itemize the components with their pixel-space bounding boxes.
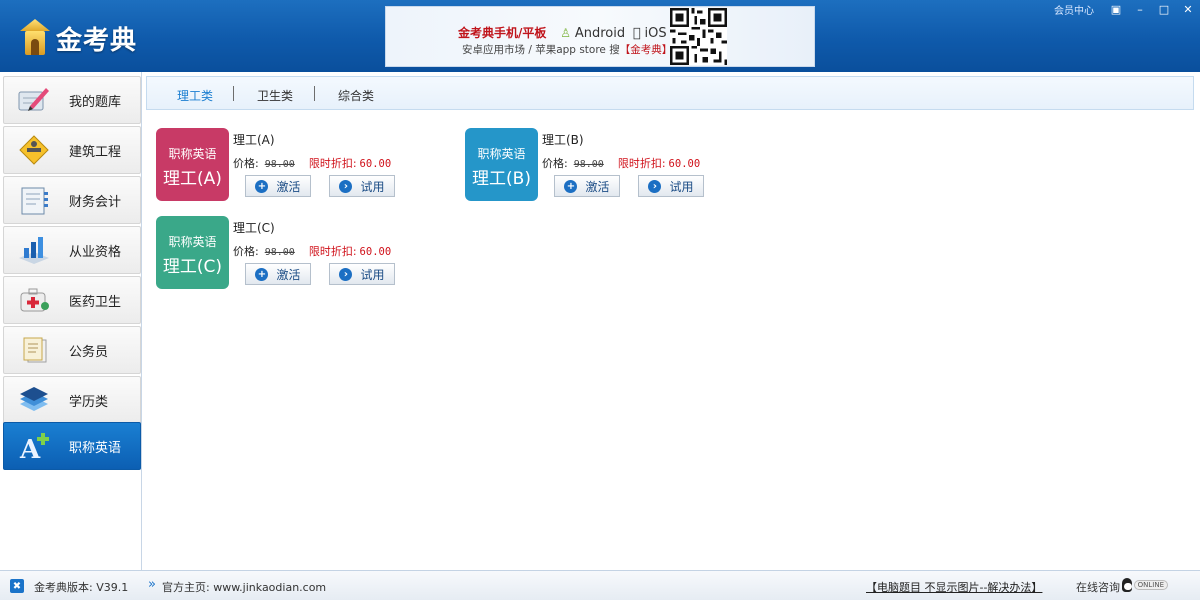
tab-science-engineering[interactable]: 理工类 <box>177 87 213 104</box>
apple-icon:  <box>633 26 641 41</box>
category-tabs: 理工类 卫生类 综合类 <box>146 76 1194 110</box>
ledger-icon <box>14 182 54 218</box>
online-consult-link[interactable]: 在线咨询 <box>1076 579 1120 595</box>
settings-icon[interactable]: ▣ <box>1104 0 1128 18</box>
sidebar-item-qualification[interactable]: 从业资格 <box>3 226 141 274</box>
app-name: 金考典 <box>56 25 138 56</box>
product-price: 价格: 98.00 限时折扣: 60.00 <box>542 157 701 170</box>
construction-sign-icon <box>14 132 54 168</box>
trial-button[interactable]: › 试用 <box>329 263 395 285</box>
homepage-link[interactable]: 官方主页: www.jinkaodian.com <box>162 579 326 595</box>
activate-button[interactable]: + 激活 <box>245 263 311 285</box>
window-controls: 会员中心 ▣ – □ ✕ <box>1054 0 1200 18</box>
play-icon: › <box>648 179 662 193</box>
category-sidebar: 我的题库 建筑工程 财务会计 从业资格 医药卫生 公务员 学历类 A 职称英语 <box>0 72 142 570</box>
tab-divider <box>233 86 234 101</box>
app-logo: 金考典 <box>20 18 137 58</box>
sidebar-item-medical[interactable]: 医药卫生 <box>3 276 141 324</box>
tab-comprehensive[interactable]: 综合类 <box>338 87 374 104</box>
document-stack-icon <box>14 332 54 368</box>
layers-icon <box>14 382 54 418</box>
app-version-icon: ✖ <box>10 579 24 593</box>
android-icon: ♙ <box>560 26 571 40</box>
logo-building-icon <box>20 19 50 57</box>
bar-chart-icon <box>14 232 54 268</box>
discount-price: 60.00 <box>359 158 392 170</box>
mobile-app-banner[interactable]: 金考典手机/平板 ♙ Android  iOS 安卓应用市场 / 苹果app … <box>385 6 815 67</box>
qr-code-icon <box>670 8 727 65</box>
sidebar-item-question-bank[interactable]: 我的题库 <box>3 76 141 124</box>
product-card: 职称英语 理工(C) 理工(C) 价格: 98.00 限时折扣: 60.00 + 激活 … <box>156 216 446 291</box>
letter-a-plus-icon: A <box>14 428 54 464</box>
play-icon: › <box>339 267 353 281</box>
banner-title: 金考典手机/平板 <box>458 26 547 40</box>
original-price: 98.00 <box>573 159 604 170</box>
pencil-notebook-icon <box>14 82 54 118</box>
activate-button[interactable]: + 激活 <box>245 175 311 197</box>
image-fix-link[interactable]: 【电脑题目 不显示图片--解决办法】 <box>866 579 1042 595</box>
banner-subtitle-brand: 【金考典】 <box>619 44 673 56</box>
original-price: 98.00 <box>264 159 295 170</box>
discount-price: 60.00 <box>668 158 701 170</box>
sidebar-item-education[interactable]: 学历类 <box>3 376 141 424</box>
discount-price: 60.00 <box>359 246 392 258</box>
product-card: 职称英语 理工(A) 理工(A) 价格: 98.00 限时折扣: 60.00 + 激活 … <box>156 128 446 203</box>
banner-ios-label: iOS <box>632 26 667 41</box>
tab-divider <box>314 86 315 101</box>
sidebar-item-construction[interactable]: 建筑工程 <box>3 126 141 174</box>
play-icon: › <box>339 179 353 193</box>
activate-button[interactable]: + 激活 <box>554 175 620 197</box>
app-version: 金考典版本: V39.1 <box>34 581 129 594</box>
sidebar-item-professional-english[interactable]: A 职称英语 <box>3 422 141 470</box>
product-name: 理工(C) <box>233 221 275 235</box>
qq-online-icon[interactable]: ONLINE <box>1122 577 1168 593</box>
product-tile[interactable]: 职称英语 理工(C) <box>156 216 229 289</box>
product-price: 价格: 98.00 限时折扣: 60.00 <box>233 245 392 258</box>
penguin-icon <box>1122 578 1132 592</box>
tab-health[interactable]: 卫生类 <box>257 87 293 104</box>
double-chevron-icon: » <box>148 577 156 592</box>
product-name: 理工(B) <box>542 133 584 147</box>
product-tile[interactable]: 职称英语 理工(B) <box>465 128 538 201</box>
title-bar: 金考典 金考典手机/平板 ♙ Android  iOS 安卓应用市场 / 苹果… <box>0 0 1200 72</box>
trial-button[interactable]: › 试用 <box>329 175 395 197</box>
plus-icon: + <box>255 267 269 281</box>
banner-android-label: Android <box>574 26 626 41</box>
plus-icon: + <box>564 179 578 193</box>
trial-button[interactable]: › 试用 <box>638 175 704 197</box>
product-card: 职称英语 理工(B) 理工(B) 价格: 98.00 限时折扣: 60.00 + 激活 … <box>465 128 755 203</box>
banner-subtitle: 安卓应用市场 / 苹果app store 搜 <box>462 44 620 56</box>
maximize-icon[interactable]: □ <box>1152 0 1176 18</box>
product-price: 价格: 98.00 限时折扣: 60.00 <box>233 157 392 170</box>
medical-kit-icon <box>14 282 54 318</box>
sidebar-item-accounting[interactable]: 财务会计 <box>3 176 141 224</box>
close-icon[interactable]: ✕ <box>1176 0 1200 18</box>
product-tile[interactable]: 职称英语 理工(A) <box>156 128 229 201</box>
main-content: 理工类 卫生类 综合类 职称英语 理工(A) 理工(A) 价格: 98.00 限时折… <box>142 72 1200 570</box>
minimize-icon[interactable]: – <box>1128 0 1152 18</box>
product-name: 理工(A) <box>233 133 275 147</box>
original-price: 98.00 <box>264 247 295 258</box>
sidebar-item-civil-servant[interactable]: 公务员 <box>3 326 141 374</box>
plus-icon: + <box>255 179 269 193</box>
status-bar: ✖ 金考典版本: V39.1 » 官方主页: www.jinkaodian.co… <box>0 570 1200 600</box>
member-center-link[interactable]: 会员中心 <box>1054 2 1094 17</box>
